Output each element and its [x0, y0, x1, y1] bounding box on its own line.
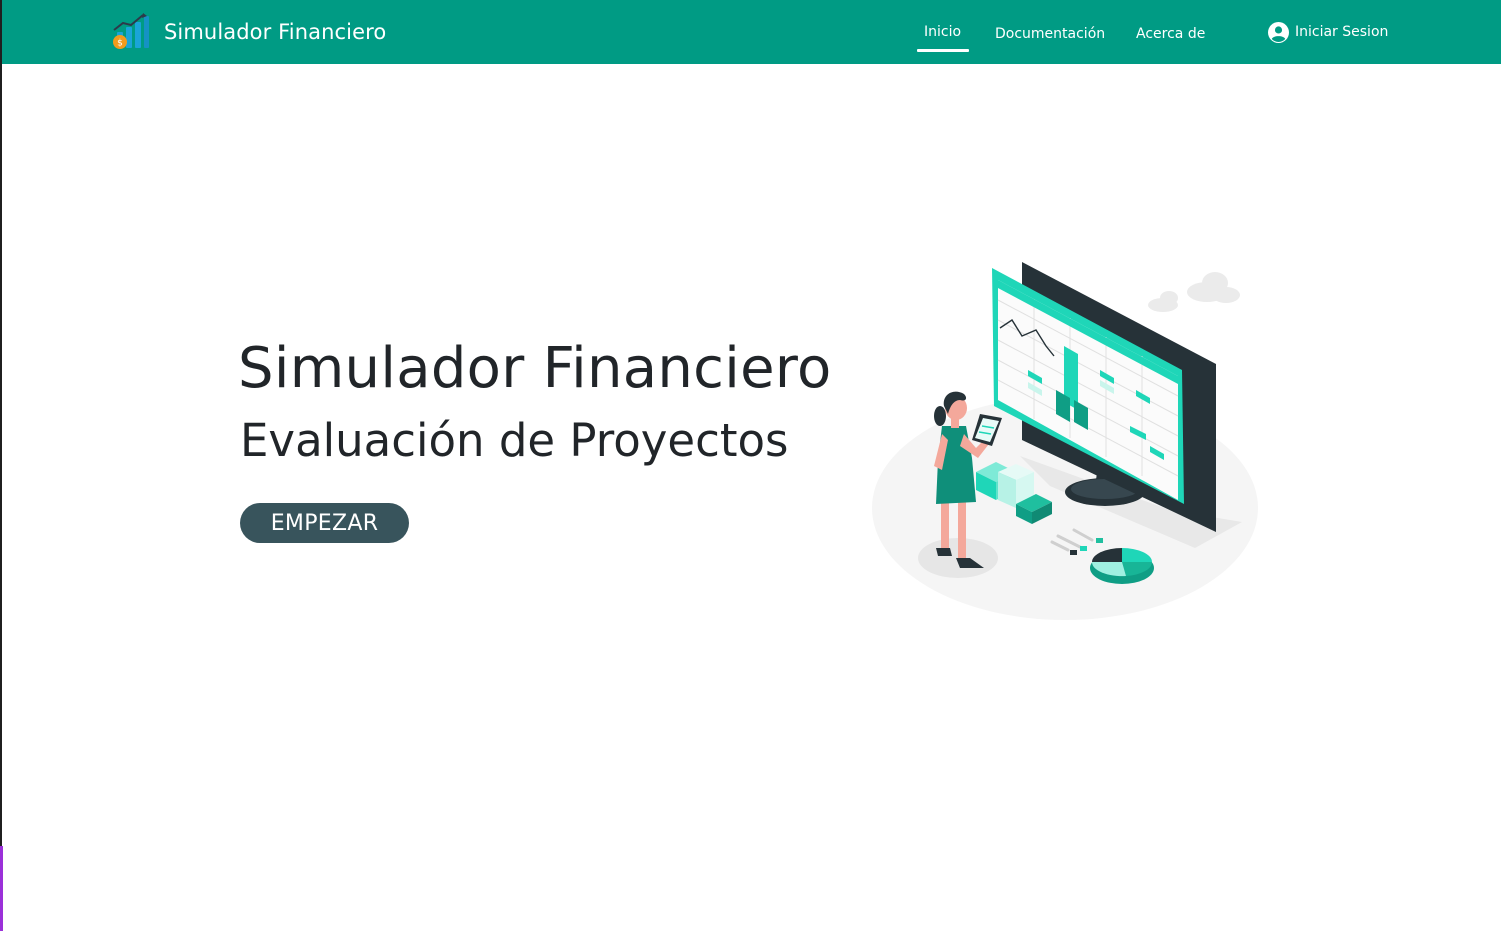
nav-link-inicio[interactable]: Inicio [924, 20, 961, 44]
user-circle-icon [1268, 21, 1289, 43]
brand-name: Simulador Financiero [164, 20, 387, 44]
start-button[interactable]: EMPEZAR [240, 503, 409, 543]
login-label: Iniciar Sesion [1295, 24, 1389, 40]
bar-chart-coin-icon: $ [113, 13, 149, 49]
window-left-edge-accent [0, 846, 3, 931]
woman-analyzing-spreadsheet-illustration [872, 262, 1258, 620]
svg-text:$: $ [117, 39, 123, 49]
brand-link[interactable]: $ Simulador Financiero [110, 12, 386, 52]
active-nav-indicator [917, 49, 969, 52]
hero-subtitle: Evaluación de Proyectos [240, 414, 789, 467]
window-left-edge [0, 0, 2, 931]
nav-link-acerca-de[interactable]: Acerca de [1136, 22, 1205, 46]
hero-title: Simulador Financiero [238, 336, 832, 401]
top-navbar: $ Simulador Financiero Inicio Documentac… [2, 0, 1501, 64]
nav-link-documentacion[interactable]: Documentación [995, 22, 1105, 46]
login-link[interactable]: Iniciar Sesion [1268, 20, 1388, 44]
